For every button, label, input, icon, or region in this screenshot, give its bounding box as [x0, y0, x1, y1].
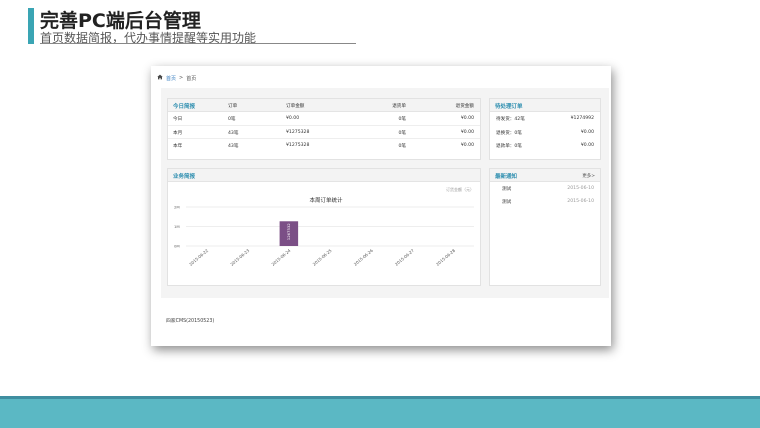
chart-title: 本周订单统计: [309, 196, 343, 204]
table-cell: 0笔: [398, 117, 406, 122]
slide: 完善PC端后台管理 首页数据简报，代办事情提醒等实用功能 首页 > 首页 今日简…: [0, 0, 760, 428]
x-tick-label: 2015-06-27: [394, 248, 415, 267]
breadcrumb-current: 首页: [186, 75, 197, 82]
table-cell: 43笔: [228, 130, 239, 136]
stats-panel-title: 今日简报: [173, 104, 196, 110]
table-cell: ¥0.00: [460, 116, 474, 121]
y-tick-label: 0M: [174, 243, 180, 248]
notice-title[interactable]: 测试: [502, 199, 511, 205]
x-tick-label: 2015-06-25: [312, 248, 333, 267]
pending-orders-panel: 待处理订单 待发货：42笔 ¥1274992 退换货：0笔 ¥0.00 退款单：…: [489, 98, 601, 160]
table-cell: 43笔: [228, 144, 239, 149]
bar-value-label: 1267532: [286, 223, 291, 240]
breadcrumb: 首页 > 首页: [157, 74, 196, 82]
pending-label: 退换货：0笔: [496, 130, 522, 136]
business-panel: 业务简报 订货金额（元） 本周订单统计 0M 1M 2M 1267532 2015-…: [167, 168, 481, 286]
subtitle-divider: [40, 43, 356, 44]
x-tick-label: 2015-06-28: [435, 248, 456, 267]
list-item[interactable]: 待发货：42笔 ¥1274992: [490, 112, 600, 126]
weekly-orders-chart: 订货金额（元） 本周订单统计 0M 1M 2M 1267532 2015-06-22…: [174, 186, 474, 267]
list-item[interactable]: 测试 2015-06-10: [490, 195, 600, 208]
stats-panel: 今日简报 订单 订单金额 退货单 退货金额 今日 0笔 ¥0.00 0笔 ¥0.…: [167, 98, 481, 160]
notices-title: 最新通知: [495, 174, 518, 180]
table-row: 本月 43笔 ¥1275328 0笔 ¥0.00: [168, 126, 480, 139]
footer-band: [0, 396, 760, 428]
x-tick-label: 2015-06-26: [353, 248, 374, 267]
table-cell: ¥1275328: [286, 129, 310, 135]
notice-title[interactable]: 测试: [502, 186, 511, 192]
table-cell: 本年: [173, 144, 183, 149]
admin-screenshot: 首页 > 首页 今日简报 订单 订单金额 退货单 退货金额 今日 0笔 ¥0.0…: [151, 66, 611, 346]
table-cell: 今日: [173, 117, 183, 122]
pending-orders-title: 待处理订单: [495, 104, 523, 110]
column-header: 退货金额: [455, 104, 474, 109]
list-item[interactable]: 退换货：0笔 ¥0.00: [490, 126, 600, 140]
column-header: 退货单: [392, 104, 406, 109]
business-title: 业务简报: [173, 174, 196, 180]
notice-date: 2015-06-10: [567, 199, 594, 204]
table-cell: 本月: [173, 130, 183, 136]
more-notices-link[interactable]: 更多>: [582, 173, 595, 179]
x-tick-label: 2015-06-23: [229, 248, 250, 267]
breadcrumb-separator: >: [179, 75, 184, 81]
home-icon[interactable]: [157, 74, 163, 82]
stats-table: 今日简报 订单 订单金额 退货单 退货金额 今日 0笔 ¥0.00 0笔 ¥0.…: [168, 99, 480, 153]
table-cell: ¥0.00: [286, 116, 300, 121]
table-cell: 0笔: [228, 117, 236, 122]
column-header: 订单: [228, 104, 238, 109]
table-cell: ¥0.00: [460, 129, 474, 135]
accent-bar: [28, 8, 34, 44]
dashboard-content: 今日简报 订单 订单金额 退货单 退货金额 今日 0笔 ¥0.00 0笔 ¥0.…: [161, 88, 609, 298]
chart-legend: 订货金额（元）: [446, 186, 474, 192]
breadcrumb-home-link[interactable]: 首页: [166, 75, 176, 82]
x-tick-label: 2015-06-22: [188, 248, 209, 267]
business-header: 业务简报: [168, 169, 480, 182]
y-tick-label: 1M: [174, 224, 180, 229]
pending-label: 退款单：0笔: [496, 144, 522, 149]
table-cell: 0笔: [398, 130, 406, 136]
notices-header: 最新通知 更多>: [490, 169, 600, 182]
stats-header-row: 今日简报 订单 订单金额 退货单 退货金额: [168, 99, 480, 112]
table-row: 今日 0笔 ¥0.00 0笔 ¥0.00: [168, 112, 480, 126]
pending-label: 待发货：42笔: [496, 117, 525, 122]
pending-amount: ¥1274992: [570, 116, 594, 121]
pending-orders-header: 待处理订单: [490, 99, 600, 112]
copyright-text: 四家CMS(20150523): [166, 319, 215, 324]
list-item[interactable]: 退款单：0笔 ¥0.00: [490, 139, 600, 153]
x-tick-label: 2015-06-24: [270, 248, 291, 267]
table-cell: ¥0.00: [460, 143, 474, 148]
notice-date: 2015-06-10: [567, 186, 594, 191]
y-tick-label: 2M: [174, 204, 180, 209]
column-header: 订单金额: [286, 104, 305, 109]
table-row: 本年 43笔 ¥1275328 0笔 ¥0.00: [168, 139, 480, 153]
table-cell: 0笔: [398, 144, 406, 149]
pending-amount: ¥0.00: [580, 129, 594, 135]
notices-panel: 最新通知 更多> 测试 2015-06-10 测试 2015-06-10: [489, 168, 601, 286]
pending-amount: ¥0.00: [580, 143, 594, 148]
table-cell: ¥1275328: [286, 143, 310, 148]
list-item[interactable]: 测试 2015-06-10: [490, 182, 600, 195]
